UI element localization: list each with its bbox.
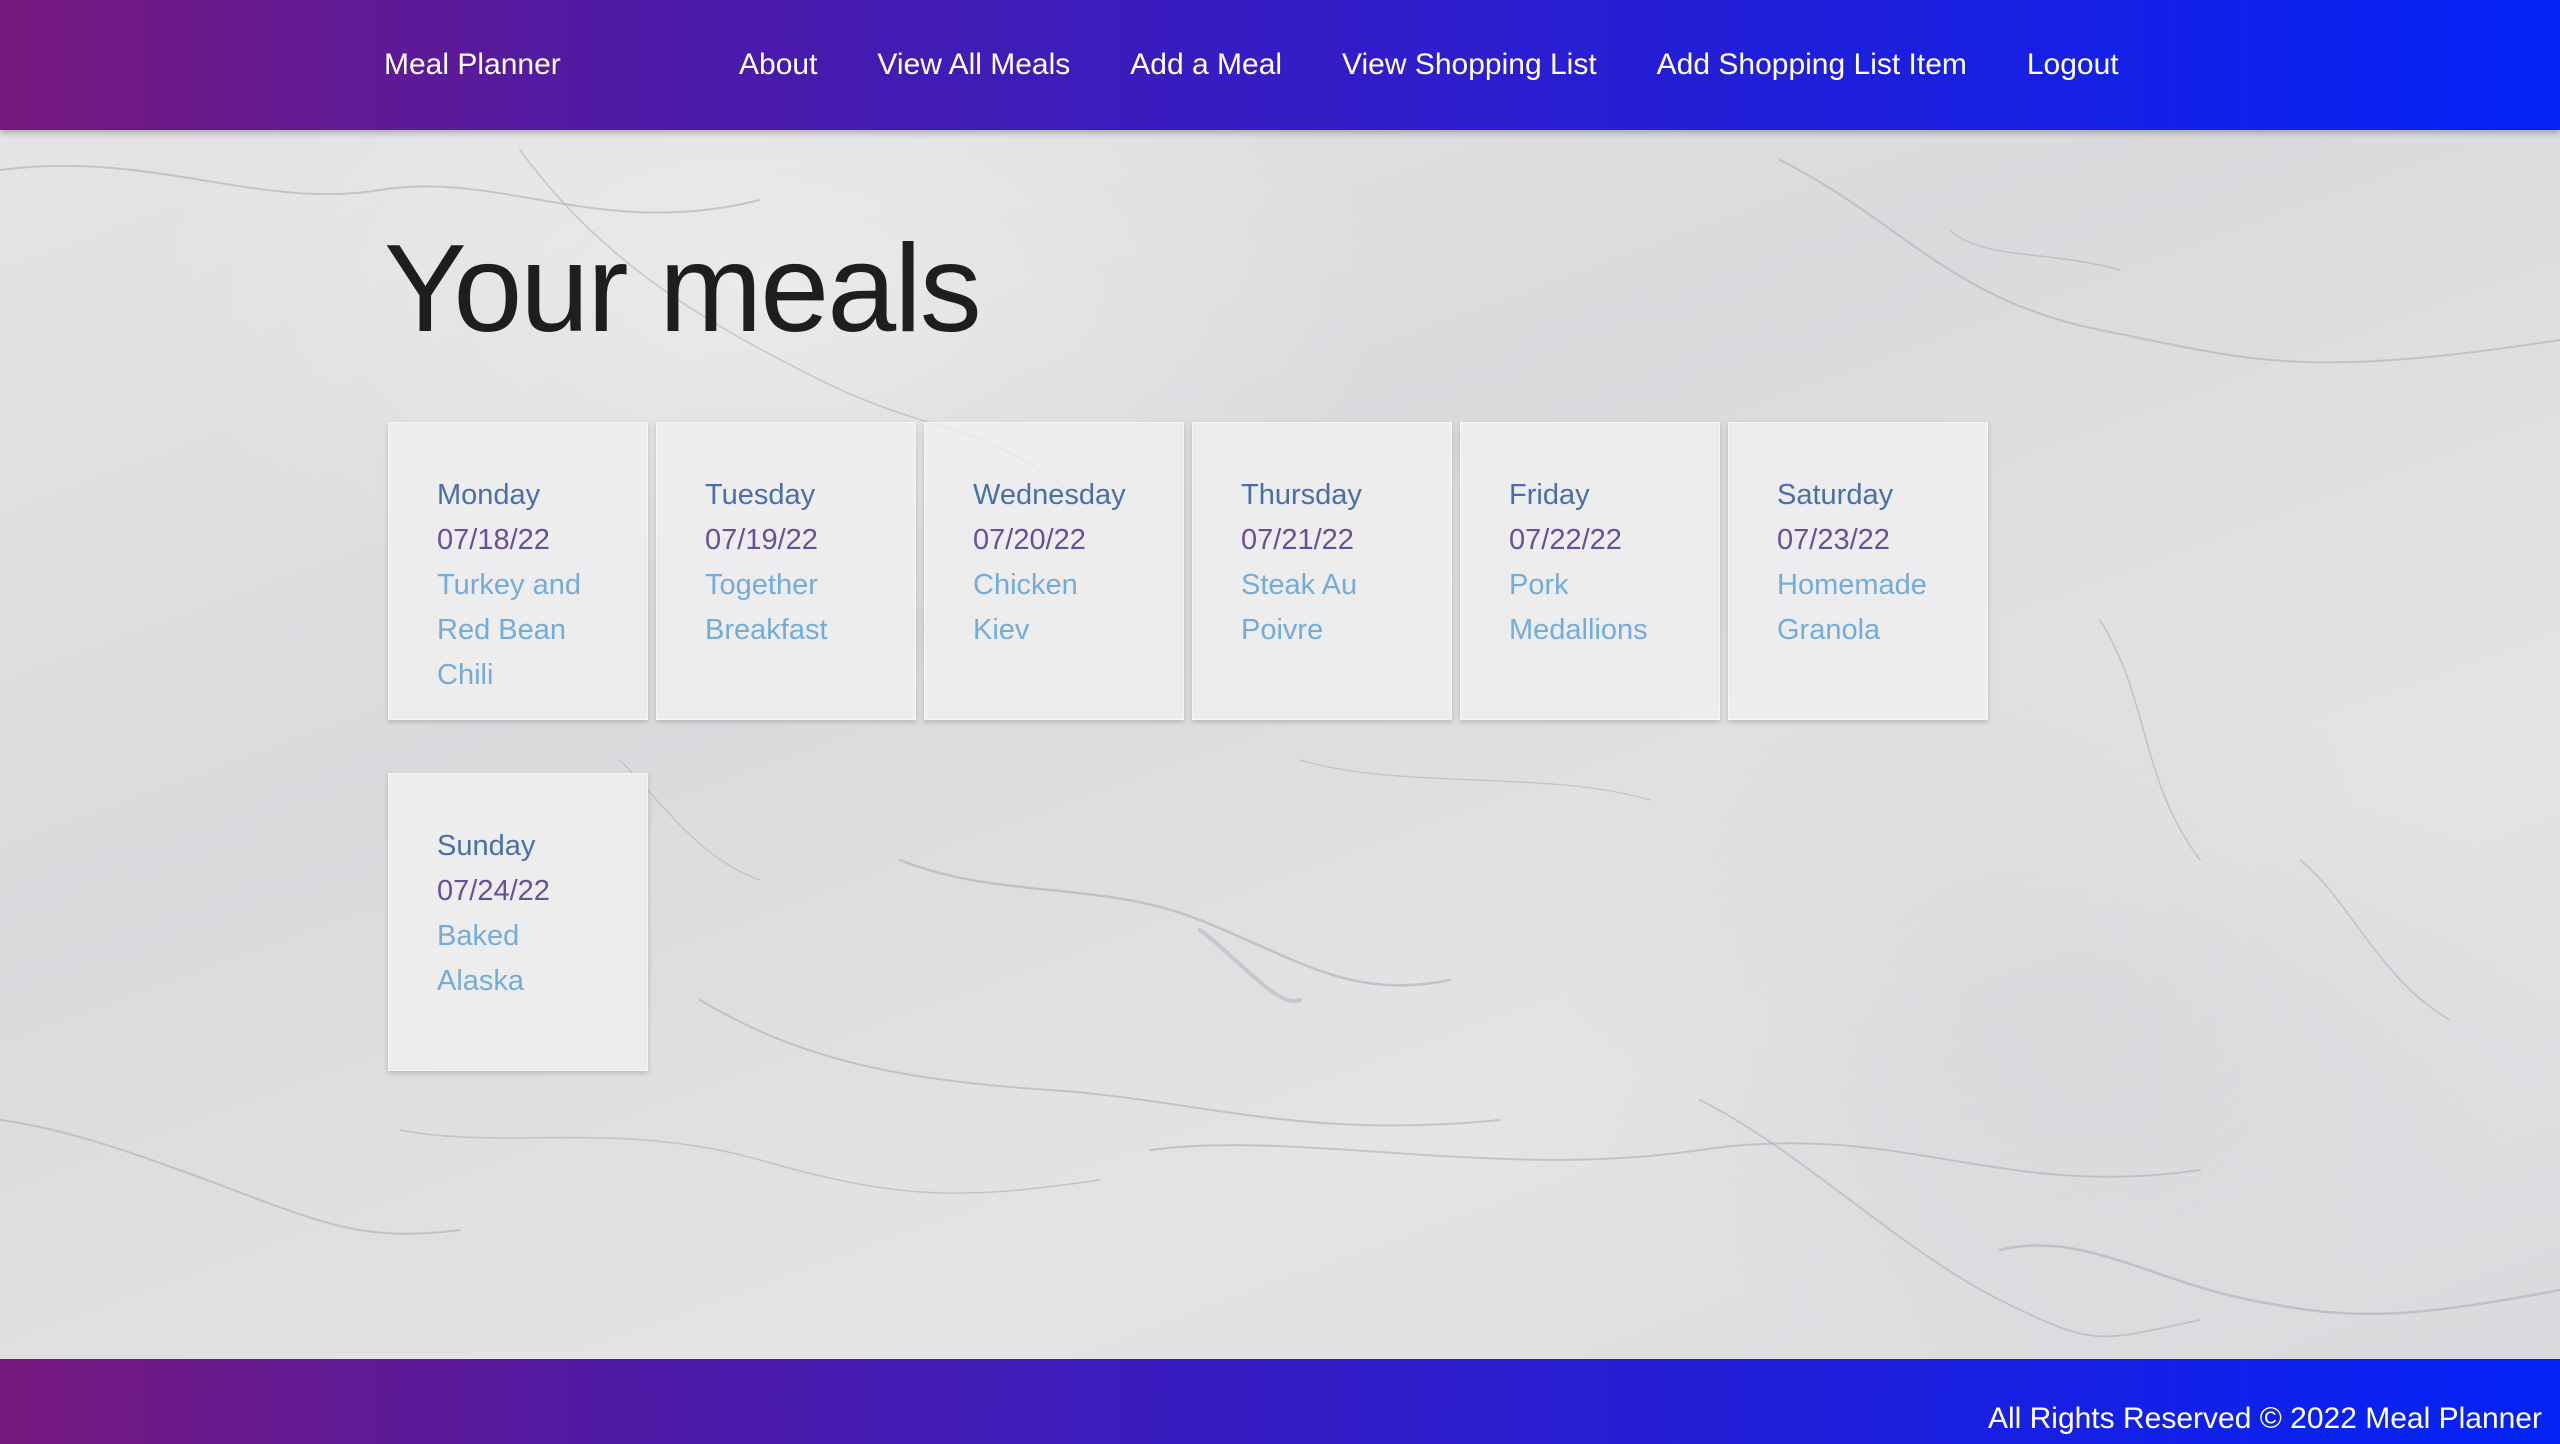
- meal-card-date: 07/22/22: [1509, 524, 1622, 556]
- meal-card-day: Tuesday: [705, 479, 816, 511]
- brand-link[interactable]: Meal Planner: [384, 48, 561, 82]
- page-title: Your meals: [384, 220, 982, 358]
- meal-card-day: Thursday: [1241, 479, 1362, 511]
- meal-card-day: Sunday: [437, 830, 536, 862]
- meal-card-day: Wednesday: [973, 479, 1126, 511]
- nav-link-view-shopping-list[interactable]: View Shopping List: [1342, 48, 1597, 82]
- meal-cards: Monday 07/18/22 Turkey and Red Bean Chil…: [388, 422, 2008, 1071]
- meal-card-wednesday[interactable]: Wednesday 07/20/22 Chicken Kiev: [924, 422, 1184, 720]
- footer-copyright: All Rights Reserved © 2022 Meal Planner: [1987, 1402, 2542, 1435]
- meal-card-monday[interactable]: Monday 07/18/22 Turkey and Red Bean Chil…: [388, 422, 648, 720]
- nav-link-add-a-meal[interactable]: Add a Meal: [1130, 48, 1282, 82]
- meal-card-day: Friday: [1509, 479, 1590, 511]
- meal-card-meal-link[interactable]: Chicken Kiev: [973, 563, 1135, 653]
- nav-link-view-all-meals[interactable]: View All Meals: [877, 48, 1070, 82]
- meal-card-meal-link[interactable]: Pork Medallions: [1509, 563, 1671, 653]
- meal-card-date: 07/21/22: [1241, 524, 1354, 556]
- meal-card-date: 07/19/22: [705, 524, 818, 556]
- meal-card-date: 07/20/22: [973, 524, 1086, 556]
- meal-card-friday[interactable]: Friday 07/22/22 Pork Medallions: [1460, 422, 1720, 720]
- meal-card-date: 07/23/22: [1777, 524, 1890, 556]
- meal-card-meal-link[interactable]: Steak Au Poivre: [1241, 563, 1403, 653]
- meal-card-meal-link[interactable]: Turkey and Red Bean Chili: [437, 563, 599, 698]
- meal-card-tuesday[interactable]: Tuesday 07/19/22 Together Breakfast: [656, 422, 916, 720]
- meal-card-day: Saturday: [1777, 479, 1894, 511]
- nav-link-add-shopping-list-item[interactable]: Add Shopping List Item: [1657, 48, 1967, 82]
- top-navbar: Meal Planner About View All Meals Add a …: [0, 0, 2560, 130]
- nav-link-logout[interactable]: Logout: [2027, 48, 2119, 82]
- meal-card-date: 07/24/22: [437, 875, 550, 907]
- meal-card-meal-link[interactable]: Homemade Granola: [1777, 563, 1939, 653]
- nav-links: About View All Meals Add a Meal View Sho…: [739, 48, 2119, 82]
- nav-link-about[interactable]: About: [739, 48, 817, 82]
- meal-card-day: Monday: [437, 479, 541, 511]
- meal-card-sunday[interactable]: Sunday 07/24/22 Baked Alaska: [388, 773, 648, 1071]
- meal-card-date: 07/18/22: [437, 524, 550, 556]
- meal-card-saturday[interactable]: Saturday 07/23/22 Homemade Granola: [1728, 422, 1988, 720]
- meal-card-meal-link[interactable]: Together Breakfast: [705, 563, 867, 653]
- meal-card-thursday[interactable]: Thursday 07/21/22 Steak Au Poivre: [1192, 422, 1452, 720]
- footer: All Rights Reserved © 2022 Meal Planner: [0, 1359, 2560, 1444]
- meal-card-meal-link[interactable]: Baked Alaska: [437, 914, 599, 1004]
